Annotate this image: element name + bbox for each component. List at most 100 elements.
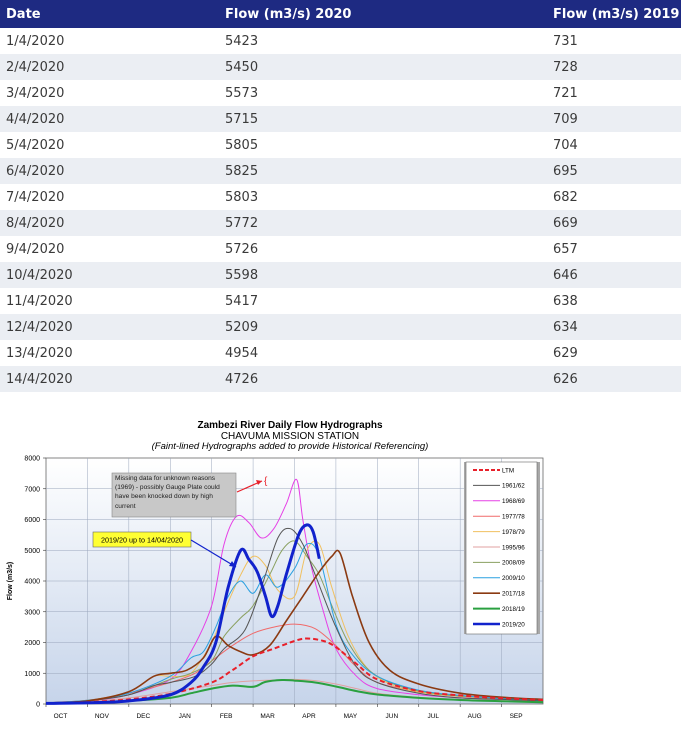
legend-label: 2017/18	[502, 591, 525, 598]
legend-label: 1961/62	[502, 483, 525, 490]
cell-flow-2019: 669	[553, 210, 681, 236]
cell-flow-2020: 5598	[220, 262, 553, 288]
cell-flow-2020: 4726	[220, 366, 553, 392]
legend-label: 1968/69	[502, 498, 525, 505]
y-tick-label: 0	[36, 702, 40, 709]
x-tick-label: APR	[302, 713, 316, 720]
table-row: 11/4/2020 5417 638	[0, 288, 681, 314]
cell-flow-2020: 5450	[220, 54, 553, 80]
missing-data-note: Missing data for unknown reasons (1969) …	[115, 475, 220, 510]
table-row: 8/4/2020 5772 669	[0, 210, 681, 236]
cell-flow-2020: 5726	[225, 241, 259, 257]
cell-flow-2020: 5715	[220, 106, 553, 132]
cell-date: 12/4/2020	[0, 314, 220, 340]
chart-note: (Faint-lined Hydrographs added to provid…	[151, 441, 429, 452]
table-header-row: Date Flow (m3/s) 2020 Flow (m3/s) 2019	[0, 0, 681, 28]
cell-date: 4/4/2020	[0, 106, 220, 132]
x-tick-label: JUL	[427, 713, 439, 720]
legend-label: 2019/20	[502, 621, 525, 628]
x-tick-label: OCT	[54, 713, 68, 720]
table-row: 9/4/2020 5726 657	[0, 236, 681, 262]
cell-date: 10/4/2020	[0, 262, 220, 288]
x-tick-label: JAN	[179, 713, 192, 720]
table-row: 13/4/2020 4954 629	[0, 340, 681, 366]
table-row: 3/4/2020 5573 721	[0, 80, 681, 106]
cell-flow-2019: 638	[553, 293, 578, 309]
y-tick-label: 3000	[24, 609, 40, 616]
cell-date: 9/4/2020	[6, 241, 65, 257]
current-season-label: 2019/20 up to 14/04/2020	[101, 536, 183, 545]
legend-label: 1977/78	[502, 514, 525, 521]
x-tick-label: FEB	[220, 713, 233, 720]
y-tick-label: 2000	[24, 640, 40, 647]
cell-date: 1/4/2020	[6, 33, 65, 49]
legend-label: LTM	[502, 467, 514, 474]
table-row: 12/4/2020 5209 634	[0, 314, 681, 340]
cell-flow-2019: 731	[553, 33, 578, 49]
header-flow-2020: Flow (m3/s) 2020	[220, 0, 553, 28]
table-row: 10/4/2020 5598 646	[0, 262, 681, 288]
legend-label: 2009/10	[502, 575, 525, 582]
cell-flow-2020: 5423	[225, 33, 259, 49]
table-row: 5/4/2020 5805 704	[0, 132, 681, 158]
y-tick-label: 7000	[24, 486, 40, 493]
y-tick-label: 1000	[24, 671, 40, 678]
flow-table: Date Flow (m3/s) 2020 Flow (m3/s) 2019 1…	[0, 0, 681, 392]
cell-flow-2020: 5825	[220, 158, 553, 184]
cell-flow-2019: 657	[553, 241, 578, 257]
y-tick-label: 8000	[24, 456, 40, 463]
legend-label: 1995/96	[502, 544, 525, 551]
x-tick-label: NOV	[95, 713, 110, 720]
cell-flow-2019: 728	[553, 54, 681, 80]
cell-flow-2020: 5805	[225, 137, 259, 153]
cell-flow-2020: 5772	[220, 210, 553, 236]
cell-flow-2020: 5573	[225, 85, 259, 101]
cell-flow-2019: 634	[553, 314, 681, 340]
y-tick-label: 6000	[24, 517, 40, 524]
x-tick-label: SEP	[510, 713, 523, 720]
y-tick-label: 5000	[24, 548, 40, 555]
cell-flow-2019: 721	[553, 85, 578, 101]
table-row: 6/4/2020 5825 695	[0, 158, 681, 184]
cell-date: 13/4/2020	[6, 345, 73, 361]
y-axis-label: Flow (m3/s)	[7, 562, 14, 601]
x-tick-label: DEC	[136, 713, 150, 720]
missing-data-text: Missing data for unknown reasons (1969) …	[115, 475, 220, 510]
cell-date: 3/4/2020	[6, 85, 65, 101]
header-date: Date	[0, 0, 220, 28]
cell-flow-2020: 5803	[225, 189, 259, 205]
cell-flow-2019: 626	[553, 366, 681, 392]
table-row: 2/4/2020 5450 728	[0, 54, 681, 80]
x-tick-label: MAY	[344, 713, 358, 720]
cell-flow-2019: 709	[553, 106, 681, 132]
cell-flow-2019: 695	[553, 158, 681, 184]
x-tick-label: MAR	[260, 713, 275, 720]
table-row: 7/4/2020 5803 682	[0, 184, 681, 210]
x-axis: OCT NOV DEC JAN FEB MAR APR MAY JUN JUL AUG SEP	[45, 704, 523, 720]
y-axis: 0 1000 2000 3000 4000 5000 6000 7000 8000	[24, 456, 46, 709]
cell-date: 14/4/2020	[0, 366, 220, 392]
legend-label: 2008/09	[502, 560, 525, 567]
x-tick-label: AUG	[468, 713, 482, 720]
cell-flow-2020: 5209	[220, 314, 553, 340]
cell-flow-2019: 629	[553, 345, 578, 361]
legend-label: 1978/79	[502, 529, 525, 536]
x-tick-label: JUN	[386, 713, 399, 720]
cell-date: 8/4/2020	[0, 210, 220, 236]
table-row: 14/4/2020 4726 626	[0, 366, 681, 392]
cell-flow-2019: 646	[553, 262, 681, 288]
legend-label: 2018/19	[502, 606, 525, 613]
cell-flow-2020: 5417	[225, 293, 259, 309]
cell-date: 5/4/2020	[6, 137, 65, 153]
cell-date: 11/4/2020	[6, 293, 73, 309]
header-flow-2019: Flow (m3/s) 2019	[553, 0, 681, 28]
cell-date: 6/4/2020	[0, 158, 220, 184]
table-row: 4/4/2020 5715 709	[0, 106, 681, 132]
y-tick-label: 4000	[24, 579, 40, 586]
cell-flow-2019: 682	[553, 189, 578, 205]
table-row: 1/4/2020 5423 731	[0, 28, 681, 54]
chart-title: Zambezi River Daily Flow Hydrographs	[197, 420, 383, 431]
cell-flow-2020: 4954	[225, 345, 259, 361]
cell-date: 7/4/2020	[6, 189, 65, 205]
cell-date: 2/4/2020	[0, 54, 220, 80]
